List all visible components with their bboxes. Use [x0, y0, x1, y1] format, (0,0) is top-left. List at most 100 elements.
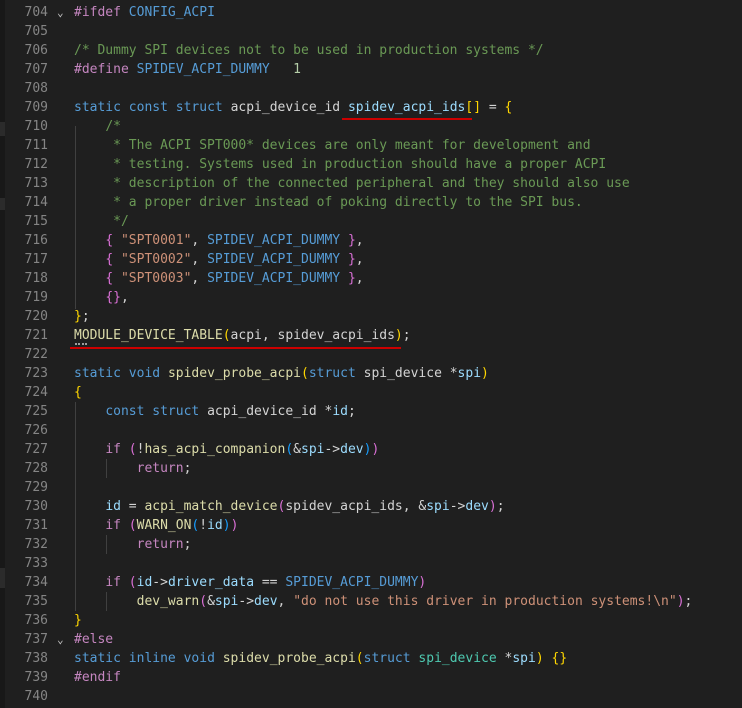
code-token: id	[332, 404, 348, 419]
code-line[interactable]: 725 const struct acpi_device_id *id;	[0, 402, 742, 421]
error-underline	[70, 347, 401, 349]
code-line[interactable]: 714 * a proper driver instead of poking …	[0, 193, 742, 212]
code-token: ,	[120, 290, 129, 305]
code-token: ;	[81, 309, 90, 324]
code-token: }	[74, 309, 82, 324]
code-line[interactable]: 721 MODULE_DEVICE_TABLE(acpi, spidev_acpi…	[0, 326, 742, 345]
code-line[interactable]: 733	[0, 554, 742, 573]
indent-guide	[75, 402, 76, 611]
line-number: 730	[24, 499, 48, 514]
code-line[interactable]: 731 if (WARN_ON(!id))	[0, 516, 742, 535]
code-line[interactable]: 736}	[0, 611, 742, 630]
code-token: CONFIG_ACPI	[128, 5, 215, 20]
code-token: ,	[191, 252, 208, 267]
code-token: ,	[355, 233, 364, 248]
code-line[interactable]: 707 #define SPIDEV_ACPI_DUMMY 1	[0, 60, 742, 79]
code-token: inline	[128, 651, 176, 666]
code-line[interactable]: 727 if (!has_acpi_companion(&spi->dev))	[0, 440, 742, 459]
code-token: struct	[152, 404, 200, 419]
code-token: acpi_device_id	[230, 100, 348, 115]
code-token: id	[105, 499, 121, 514]
fold-chevron-icon[interactable]: ⌄	[57, 3, 69, 22]
code-token: driver_data	[167, 575, 255, 590]
code-line[interactable]: 711 * The ACPI SPT000* devices are only …	[0, 136, 742, 155]
line-number: 707	[24, 62, 48, 77]
line-number: 733	[24, 556, 48, 571]
code-line[interactable]: 718 { "SPT0003", SPIDEV_ACPI_DUMMY },	[0, 269, 742, 288]
code-line[interactable]: 706 /* Dummy SPI devices not to be used i…	[0, 41, 742, 60]
code-line[interactable]: 734 if (id->driver_data == SPIDEV_ACPI_D…	[0, 573, 742, 592]
code-token: "do not use this driver in production sy…	[293, 594, 677, 609]
code-token: "SPT0002"	[120, 252, 192, 267]
code-token: spidev_acpi_ids	[347, 100, 466, 115]
code-line[interactable]: 716 { "SPT0001", SPIDEV_ACPI_DUMMY },	[0, 231, 742, 250]
hint-dots	[75, 343, 87, 345]
code-token: )	[394, 328, 403, 343]
code-line[interactable]: 723 static void spidev_probe_acpi(struct …	[0, 364, 742, 383]
code-token: void	[183, 651, 215, 666]
code-token: static	[74, 100, 121, 115]
code-line[interactable]: 740	[0, 687, 742, 706]
code-line[interactable]: 717 { "SPT0002", SPIDEV_ACPI_DUMMY },	[0, 250, 742, 269]
code-line[interactable]: 719 {},	[0, 288, 742, 307]
fold-chevron-icon[interactable]: ⌄	[57, 630, 69, 649]
code-text: #endif	[74, 668, 121, 687]
code-line[interactable]: 704 ⌄ #ifdef CONFIG_ACPI	[0, 3, 742, 22]
line-number: 725	[24, 404, 48, 419]
code-token: (	[222, 328, 231, 343]
code-line[interactable]: 709 static const struct acpi_device_id sp…	[0, 98, 742, 117]
code-token: acpi, spidev_acpi_ids	[230, 328, 395, 343]
code-line[interactable]: 708	[0, 79, 742, 98]
indent-guide	[106, 459, 107, 478]
code-text: * testing. Systems used in production sh…	[74, 155, 606, 174]
code-token: #else	[74, 632, 114, 647]
line-number: 721	[24, 328, 48, 343]
code-line[interactable]: 729	[0, 478, 742, 497]
line-number: 713	[24, 176, 48, 191]
line-number: 715	[24, 214, 48, 229]
indent-guide	[75, 126, 76, 309]
code-token: static	[74, 366, 121, 381]
code-token: if	[105, 442, 121, 457]
code-token: * description of the connected periphera…	[74, 176, 630, 191]
code-token: spi	[457, 366, 482, 381]
code-line[interactable]: 735 dev_warn(&spi->dev, "do not use this…	[0, 592, 742, 611]
code-line[interactable]: 738 static inline void spidev_probe_acpi(…	[0, 649, 742, 668]
code-line[interactable]: 713 * description of the connected perip…	[0, 174, 742, 193]
code-token: const	[128, 100, 168, 115]
code-token: !	[199, 518, 208, 533]
code-line[interactable]: 730 id = acpi_match_device(spidev_acpi_i…	[0, 497, 742, 516]
code-token: * a proper driver instead of poking dire…	[74, 195, 583, 210]
code-line[interactable]: 720};	[0, 307, 742, 326]
code-token: "SPT0001"	[120, 233, 192, 248]
code-line[interactable]: 728 return;	[0, 459, 742, 478]
code-token: &	[293, 442, 301, 457]
code-text: */	[74, 212, 129, 231]
code-line[interactable]: 739 #endif	[0, 668, 742, 687]
code-line[interactable]: 705	[0, 22, 742, 41]
code-token: * The ACPI SPT000* devices are only mean…	[74, 138, 591, 153]
code-token: &	[207, 594, 215, 609]
code-line[interactable]: 737 ⌄ #else	[0, 630, 742, 649]
code-token: ;	[347, 404, 356, 419]
code-token: {}	[105, 290, 121, 305]
code-line[interactable]: 712 * testing. Systems used in productio…	[0, 155, 742, 174]
code-text: }	[74, 611, 82, 630]
code-editor[interactable]: 704 ⌄ #ifdef CONFIG_ACPI 705 706 /* Dummy SPI…	[0, 0, 742, 708]
code-line[interactable]: 726	[0, 421, 742, 440]
code-token: spidev_acpi_ids, &	[285, 499, 427, 514]
code-line[interactable]: 715 */	[0, 212, 742, 231]
code-line[interactable]: 732 return;	[0, 535, 742, 554]
code-token: MODULE_DEVICE_TABLE	[74, 328, 223, 343]
code-text: /*	[74, 117, 121, 136]
code-line[interactable]: 724 {	[0, 383, 742, 402]
